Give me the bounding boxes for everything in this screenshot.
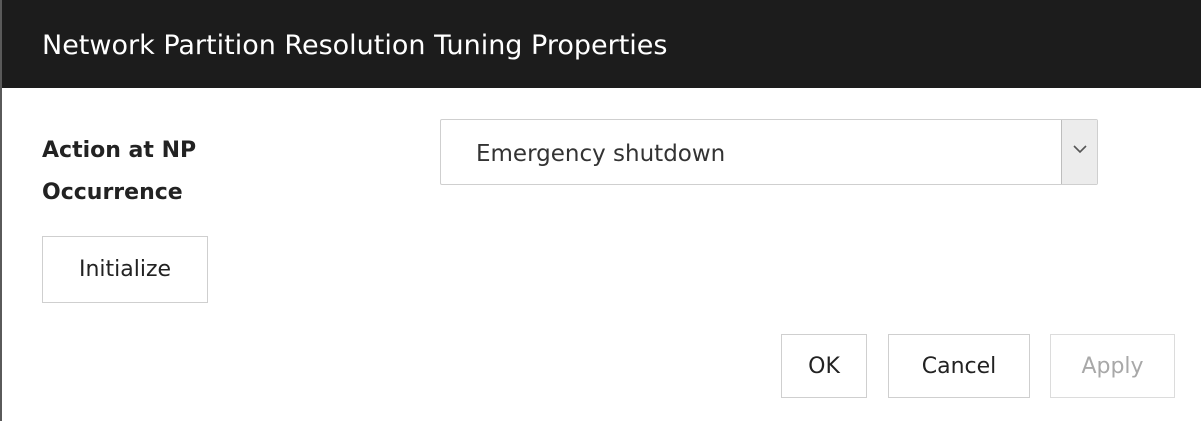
- action-label-line2: Occurrence: [42, 180, 183, 205]
- action-at-np-occurrence-label: Action at NP Occurrence: [42, 130, 342, 214]
- action-label-line1: Action at NP: [42, 138, 197, 163]
- select-dropdown-button[interactable]: [1061, 120, 1097, 184]
- cancel-button[interactable]: Cancel: [888, 334, 1030, 398]
- action-at-np-occurrence-select[interactable]: Emergency shutdown: [440, 119, 1098, 185]
- properties-dialog: Network Partition Resolution Tuning Prop…: [0, 0, 1201, 421]
- ok-button[interactable]: OK: [781, 334, 867, 398]
- initialize-button[interactable]: Initialize: [42, 236, 208, 303]
- apply-button[interactable]: Apply: [1050, 334, 1175, 398]
- dialog-titlebar: Network Partition Resolution Tuning Prop…: [2, 0, 1201, 88]
- select-value: Emergency shutdown: [476, 141, 726, 167]
- chevron-down-icon: [1073, 145, 1087, 154]
- dialog-title: Network Partition Resolution Tuning Prop…: [42, 30, 668, 61]
